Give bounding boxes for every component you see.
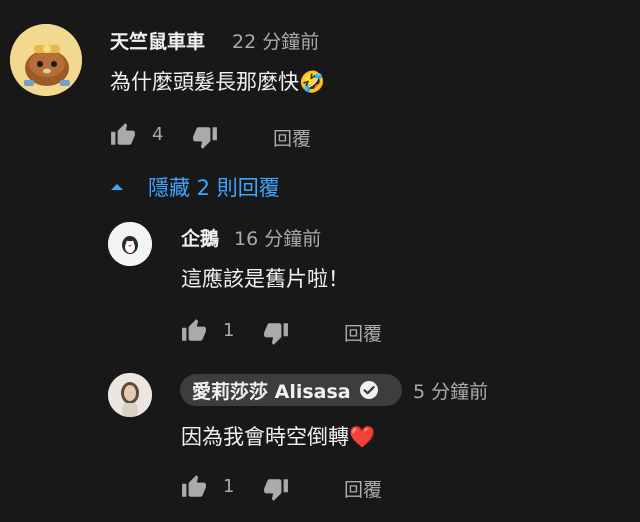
thumbs-up-icon — [182, 475, 206, 497]
thumbs-up-icon — [182, 319, 206, 341]
hide-replies-toggle[interactable]: 隱藏 2 則回覆 — [108, 172, 280, 202]
like-button[interactable] — [181, 474, 207, 500]
reply-timestamp[interactable]: 5 分鐘前 — [413, 377, 488, 404]
rofl-emoji: 🤣 — [299, 70, 326, 94]
dislike-button[interactable] — [263, 476, 289, 502]
reply-avatar-alisasa[interactable] — [108, 373, 152, 417]
dislike-button[interactable] — [263, 320, 289, 346]
reply-text: 因為我會時空倒轉 — [181, 425, 349, 449]
commenter-avatar[interactable] — [10, 24, 82, 96]
alisasa-avatar-image — [108, 373, 152, 417]
reply-text-row: 因為我會時空倒轉❤️ — [181, 421, 375, 451]
like-button[interactable] — [181, 318, 207, 344]
pui-pui-avatar-image — [10, 24, 82, 96]
caret-up-icon — [111, 184, 123, 190]
dislike-button[interactable] — [192, 124, 218, 150]
reply-button[interactable]: 回覆 — [273, 124, 311, 151]
reply-timestamp[interactable]: 16 分鐘前 — [234, 224, 321, 251]
red-heart-emoji: ❤️ — [349, 425, 376, 449]
like-button[interactable] — [110, 122, 136, 148]
channel-owner-badge[interactable]: 愛莉莎莎 Alisasa — [180, 374, 402, 406]
penguin-avatar-image — [108, 222, 152, 266]
hide-replies-label: 隱藏 2 則回覆 — [148, 176, 280, 200]
thumbs-down-icon — [193, 127, 217, 149]
verified-check-icon — [359, 381, 378, 399]
comment-text: 為什麼頭髮長那麼快 — [110, 70, 299, 94]
thumbs-down-icon — [264, 479, 288, 501]
comment-timestamp[interactable]: 22 分鐘前 — [232, 27, 319, 54]
reply-text: 這應該是舊片啦！ — [181, 267, 349, 291]
thumbs-down-icon — [264, 323, 288, 345]
comment-text-row: 為什麼頭髮長那麼快🤣 — [110, 66, 325, 96]
reply-author: 愛莉莎莎 Alisasa — [192, 380, 351, 403]
reply-button[interactable]: 回覆 — [344, 319, 382, 346]
thumbs-up-icon — [111, 123, 135, 145]
like-count: 4 — [152, 124, 164, 145]
comment-author[interactable]: 天竺鼠車車 — [110, 27, 205, 54]
like-count: 1 — [223, 476, 235, 497]
reply-button[interactable]: 回覆 — [344, 475, 382, 502]
like-count: 1 — [223, 320, 235, 341]
reply-avatar-penguin[interactable] — [108, 222, 152, 266]
reply-author[interactable]: 企鵝 — [181, 224, 219, 251]
